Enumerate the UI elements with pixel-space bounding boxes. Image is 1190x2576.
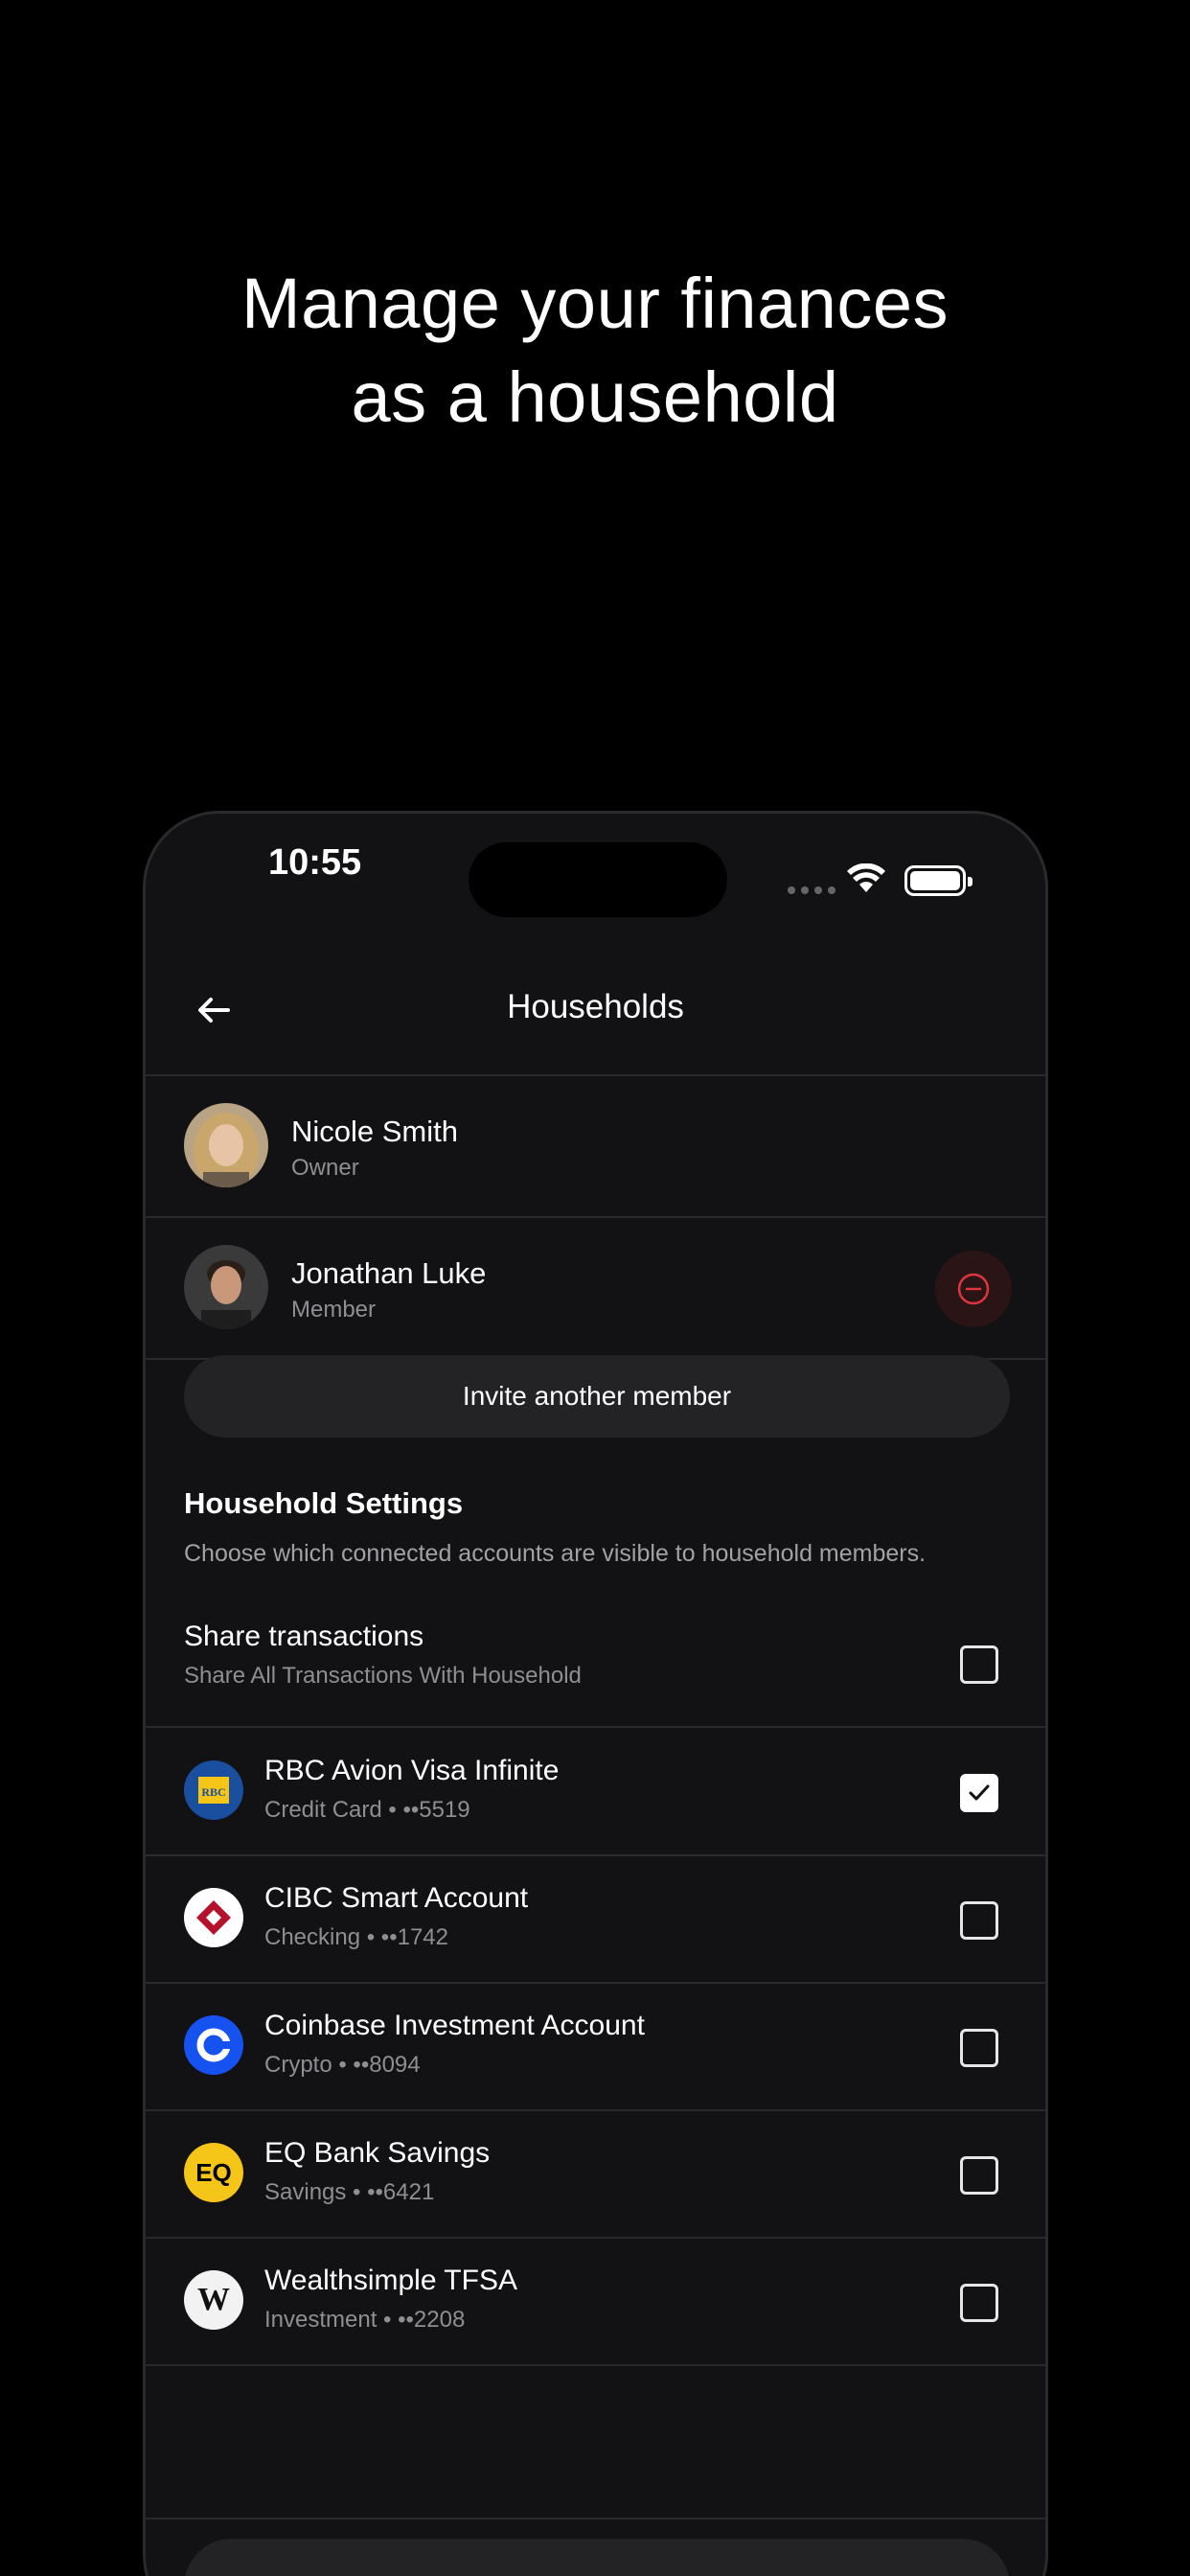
account-row[interactable]: W Wealthsimple TFSA Investment • ••2208 bbox=[146, 2240, 1045, 2366]
cibc-logo-icon bbox=[184, 1888, 243, 1947]
bottom-action-button[interactable] bbox=[184, 2539, 1010, 2576]
account-name: CIBC Smart Account bbox=[264, 1882, 529, 1914]
account-name: Wealthsimple TFSA bbox=[264, 2265, 517, 2296]
wifi-icon bbox=[847, 863, 885, 892]
account-row[interactable]: Coinbase Investment Account Crypto • ••8… bbox=[146, 1985, 1045, 2111]
account-name: EQ Bank Savings bbox=[264, 2137, 491, 2169]
divider bbox=[146, 2518, 1045, 2519]
signal-icon bbox=[788, 886, 835, 894]
account-checkbox[interactable] bbox=[960, 2156, 998, 2195]
settings-description: Choose which connected accounts are visi… bbox=[184, 1540, 927, 1567]
hero-line-1: Manage your finances bbox=[240, 264, 950, 343]
battery-icon bbox=[904, 865, 973, 896]
account-row[interactable]: CIBC Smart Account Checking • ••1742 bbox=[146, 1857, 1045, 1984]
settings-title: Household Settings bbox=[184, 1486, 464, 1520]
invite-member-button[interactable]: Invite another member bbox=[184, 1355, 1010, 1438]
share-checkbox[interactable] bbox=[960, 1645, 998, 1684]
account-checkbox[interactable] bbox=[960, 2029, 998, 2067]
account-name: RBC Avion Visa Infinite bbox=[264, 1755, 560, 1786]
rbc-logo-icon: RBC bbox=[184, 1760, 243, 1820]
account-row[interactable]: EQ EQ Bank Savings Savings • ••6421 bbox=[146, 2112, 1045, 2239]
minus-circle-icon bbox=[957, 1273, 990, 1305]
member-name: Jonathan Luke bbox=[291, 1256, 487, 1290]
share-subtitle: Share All Transactions With Household bbox=[184, 1663, 582, 1689]
account-subtitle: Investment • ••2208 bbox=[264, 2307, 466, 2333]
check-icon bbox=[969, 1784, 990, 1801]
dynamic-island bbox=[469, 842, 727, 917]
account-checkbox[interactable] bbox=[960, 2284, 998, 2322]
status-time: 10:55 bbox=[268, 842, 362, 883]
svg-text:RBC: RBC bbox=[201, 1785, 225, 1799]
hero-line-2: as a household bbox=[351, 357, 839, 437]
coinbase-logo-icon bbox=[184, 2015, 243, 2075]
avatar bbox=[184, 1103, 268, 1187]
wealthsimple-logo-icon: W bbox=[184, 2270, 243, 2330]
hero-heading: Manage your finances as a household bbox=[0, 257, 1190, 445]
account-subtitle: Crypto • ••8094 bbox=[264, 2052, 421, 2078]
account-subtitle: Credit Card • ••5519 bbox=[264, 1797, 470, 1823]
account-checkbox[interactable] bbox=[960, 1901, 998, 1940]
account-subtitle: Savings • ••6421 bbox=[264, 2179, 435, 2205]
page-title: Households bbox=[507, 988, 684, 1025]
account-row[interactable]: RBC RBC Avion Visa Infinite Credit Card … bbox=[146, 1730, 1045, 1856]
page: Manage your finances as a household 10:5… bbox=[0, 0, 1190, 2576]
account-subtitle: Checking • ••1742 bbox=[264, 1924, 448, 1950]
account-name: Coinbase Investment Account bbox=[264, 2010, 645, 2041]
account-checkbox[interactable] bbox=[960, 1774, 998, 1812]
share-title: Share transactions bbox=[184, 1621, 424, 1652]
avatar bbox=[184, 1245, 268, 1329]
member-row: Jonathan Luke Member bbox=[146, 1220, 1045, 1360]
member-name: Nicole Smith bbox=[291, 1115, 458, 1148]
share-transactions-row[interactable]: Share transactions Share All Transaction… bbox=[146, 1599, 1045, 1728]
phone-frame: 10:55 Households Nicole Smith Owner Jona… bbox=[143, 811, 1048, 2576]
member-role: Member bbox=[291, 1297, 377, 1322]
nav-bar: Households bbox=[146, 948, 1045, 1076]
member-row: Nicole Smith Owner bbox=[146, 1078, 1045, 1218]
member-role: Owner bbox=[291, 1155, 359, 1181]
eq-logo-icon: EQ bbox=[184, 2143, 243, 2202]
remove-member-button[interactable] bbox=[935, 1251, 1012, 1327]
